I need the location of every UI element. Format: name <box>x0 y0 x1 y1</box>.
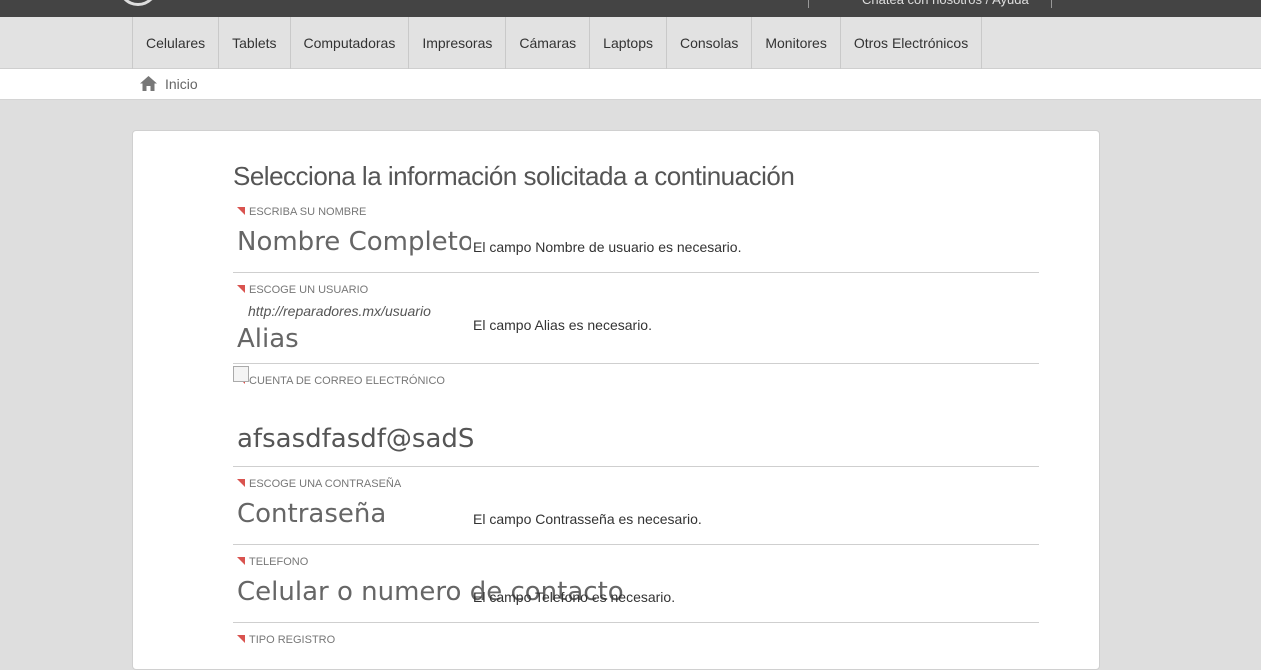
password-field-group: ESCOGE UNA CONTRASEÑA El campo Contrasse… <box>233 478 1039 545</box>
alias-input[interactable] <box>237 324 471 354</box>
required-marker <box>237 479 245 487</box>
user-url-prefix: http://reparadores.mx/usuario <box>248 303 431 319</box>
password-error: El campo Contrasseña es necesario. <box>473 511 702 527</box>
required-marker <box>237 635 245 643</box>
phone-label: TELEFONO <box>249 556 309 568</box>
password-label: ESCOGE UNA CONTRASEÑA <box>249 478 402 490</box>
nav-item-camaras[interactable]: Cámaras <box>505 17 589 69</box>
user-label: ESCOGE UN USUARIO <box>249 284 369 296</box>
nav-item-monitores[interactable]: Monitores <box>751 17 839 69</box>
nav-item-laptops[interactable]: Laptops <box>589 17 666 69</box>
required-marker <box>237 207 245 215</box>
nav-item-tablets[interactable]: Tablets <box>218 17 289 69</box>
alias-error: El campo Alias es necesario. <box>473 317 652 333</box>
registration-card: Selecciona la información solicitada a c… <box>132 130 1100 670</box>
nav-item-otros-electronicos[interactable]: Otros Electrónicos <box>839 17 983 69</box>
password-input[interactable] <box>237 499 471 529</box>
page-title: Selecciona la información solicitada a c… <box>233 161 795 191</box>
home-icon[interactable] <box>140 76 157 91</box>
chat-help-link[interactable]: Chatea con nosotros / Ayuda <box>862 0 1029 8</box>
nav-item-consolas[interactable]: Consolas <box>665 17 751 69</box>
category-nav: Celulares Tablets Computadoras Impresora… <box>0 17 1261 69</box>
broken-image-icon <box>233 366 249 382</box>
breadcrumb: Inicio <box>0 69 1261 100</box>
divider <box>1051 0 1052 8</box>
top-bar: Chatea con nosotros / Ayuda <box>0 0 1261 17</box>
registration-type-group: TIPO REGISTRO <box>233 634 1039 664</box>
name-input[interactable] <box>237 227 471 257</box>
required-marker <box>237 285 245 293</box>
name-error: El campo Nombre de usuario es necesario. <box>473 239 742 255</box>
nav-item-celulares[interactable]: Celulares <box>132 17 218 69</box>
phone-error: El campo Telefono es necesario. <box>473 589 676 605</box>
logo[interactable] <box>118 0 158 6</box>
breadcrumb-home[interactable]: Inicio <box>165 76 198 92</box>
required-marker <box>237 557 245 565</box>
divider <box>808 0 809 8</box>
registration-type-label: TIPO REGISTRO <box>249 634 336 646</box>
name-label: ESCRIBA SU NOMBRE <box>249 206 367 218</box>
phone-field-group: TELEFONO El campo Telefono es necesario. <box>233 556 1039 623</box>
nav-item-impresoras[interactable]: Impresoras <box>408 17 505 69</box>
email-label: CUENTA DE CORREO ELECTRÓNICO <box>249 375 445 387</box>
email-input[interactable] <box>237 424 637 454</box>
user-field-group: ESCOGE UN USUARIO http://reparadores.mx/… <box>233 284 1039 364</box>
nav-item-computadoras[interactable]: Computadoras <box>289 17 409 69</box>
email-field-group: CUENTA DE CORREO ELECTRÓNICO <box>233 366 1039 467</box>
name-field-group: ESCRIBA SU NOMBRE El campo Nombre de usu… <box>233 206 1039 273</box>
